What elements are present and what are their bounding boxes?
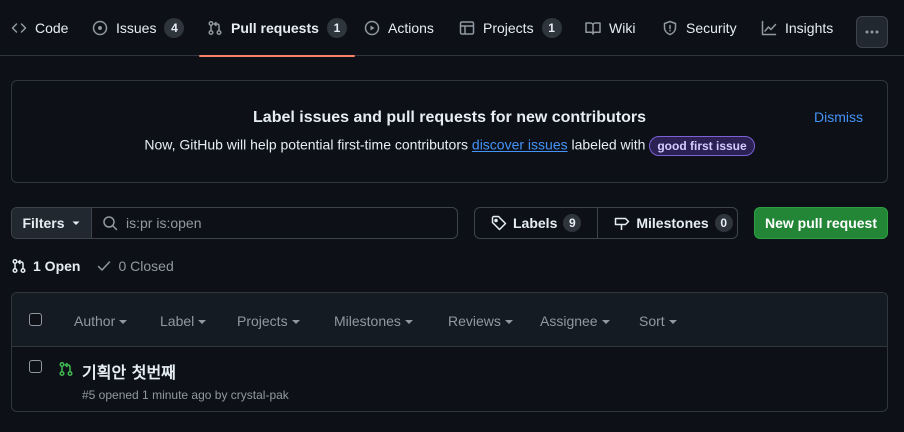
pull-request-meta: #5 opened 1 minute ago by crystal-pak — [82, 388, 289, 402]
filter-label: Assignee — [540, 313, 598, 329]
list-header: Author Label Projects Milestones Reviews… — [12, 293, 887, 347]
tab-label: Wiki — [609, 20, 636, 36]
caret-down-icon — [601, 320, 610, 324]
triangle-down-icon — [71, 218, 81, 228]
search-box — [92, 208, 457, 238]
tab-label: Projects — [483, 20, 534, 36]
caret-down-icon — [198, 320, 207, 324]
filter-label: Milestones — [334, 313, 401, 329]
tab-label: Issues — [116, 20, 157, 36]
banner-text-after: labeled with — [571, 136, 646, 153]
tab-label: Actions — [388, 20, 434, 36]
tab-actions[interactable]: Actions — [364, 0, 434, 56]
filter-label: Reviews — [448, 313, 501, 329]
pull-requests-counter: 1 — [326, 18, 347, 38]
dismiss-button[interactable]: Dismiss — [814, 109, 863, 125]
pull-request-title-link[interactable]: 기획안 첫번째 — [82, 359, 176, 383]
filters-button[interactable]: Filters — [12, 208, 92, 238]
milestone-icon — [614, 215, 630, 231]
tab-code[interactable]: Code — [11, 0, 68, 56]
closed-count-label: 0 Closed — [118, 258, 174, 274]
labels-label: Labels — [513, 215, 558, 231]
select-all-checkbox[interactable] — [29, 313, 42, 326]
table-icon — [459, 20, 475, 36]
sort-filter[interactable]: Sort — [639, 313, 677, 329]
new-contributors-banner: Label issues and pull requests for new c… — [11, 80, 888, 183]
assignee-filter[interactable]: Assignee — [540, 313, 610, 329]
filter-label: Label — [160, 313, 195, 329]
search-icon — [102, 215, 118, 231]
caret-down-icon — [668, 320, 677, 324]
git-pull-request-open-icon — [58, 361, 74, 377]
pull-request-list: Author Label Projects Milestones Reviews… — [11, 292, 888, 412]
filters-label: Filters — [22, 215, 65, 231]
labels-button[interactable]: Labels 9 — [475, 208, 597, 238]
code-icon — [11, 20, 27, 36]
play-icon — [364, 20, 380, 36]
projects-filter[interactable]: Projects — [237, 313, 300, 329]
projects-counter: 1 — [541, 18, 562, 38]
state-toggle: 1 Open 0 Closed — [11, 256, 174, 276]
graph-icon — [761, 20, 777, 36]
tab-issues[interactable]: Issues 4 — [92, 0, 185, 56]
row-checkbox[interactable] — [29, 360, 42, 373]
labels-milestones-group: Labels 9 Milestones 0 — [474, 207, 738, 239]
git-pull-request-icon — [11, 258, 27, 274]
search-input[interactable] — [126, 215, 426, 231]
git-pull-request-icon — [207, 20, 223, 36]
issue-opened-icon — [92, 20, 108, 36]
list-item: 기획안 첫번째 #5 opened 1 minute ago by crysta… — [12, 347, 887, 411]
tab-label: Pull requests — [231, 20, 319, 36]
banner-text-before: Now, GitHub will help potential first-ti… — [144, 136, 469, 153]
caret-down-icon — [119, 320, 128, 324]
milestones-label: Milestones — [636, 215, 709, 231]
caret-down-icon — [404, 320, 413, 324]
author-filter[interactable]: Author — [74, 313, 128, 329]
tab-projects[interactable]: Projects 1 — [459, 0, 562, 56]
tab-wiki[interactable]: Wiki — [585, 0, 635, 56]
closed-state-link[interactable]: 0 Closed — [96, 258, 174, 274]
tab-security[interactable]: Security — [662, 0, 737, 56]
tag-icon — [491, 215, 507, 231]
tab-pull-requests[interactable]: Pull requests 1 — [199, 0, 355, 57]
labels-counter: 9 — [563, 214, 582, 232]
discover-issues-link[interactable]: discover issues — [472, 137, 568, 153]
open-state-link[interactable]: 1 Open — [11, 258, 80, 274]
banner-title: Label issues and pull requests for new c… — [253, 109, 646, 126]
tab-label: Code — [35, 20, 69, 36]
shield-icon — [662, 20, 678, 36]
open-count-label: 1 Open — [33, 258, 81, 274]
reviews-filter[interactable]: Reviews — [448, 313, 513, 329]
caret-down-icon — [291, 320, 300, 324]
filter-label: Projects — [237, 313, 288, 329]
issues-counter: 4 — [164, 18, 185, 38]
new-pull-request-button[interactable]: New pull request — [754, 207, 888, 239]
milestones-filter[interactable]: Milestones — [334, 313, 413, 329]
repo-nav: Code Issues 4 Pull requests 1 Actions Pr… — [0, 0, 904, 57]
filter-label: Author — [74, 313, 116, 329]
good-first-issue-label[interactable]: good first issue — [649, 136, 755, 156]
filter-search-group: Filters — [11, 207, 458, 239]
book-icon — [585, 20, 601, 36]
filter-label: Sort — [639, 313, 665, 329]
milestones-button[interactable]: Milestones 0 — [597, 208, 748, 238]
tab-label: Insights — [785, 20, 834, 36]
more-tabs-button[interactable] — [856, 16, 888, 48]
tab-label: Security — [686, 20, 737, 36]
tab-insights[interactable]: Insights — [761, 0, 833, 56]
label-filter[interactable]: Label — [160, 313, 207, 329]
caret-down-icon — [504, 320, 513, 324]
kebab-horizontal-icon — [864, 24, 880, 40]
milestones-counter: 0 — [714, 214, 733, 232]
banner-text: Now, GitHub will help potential first-ti… — [12, 136, 887, 156]
check-icon — [96, 258, 112, 274]
